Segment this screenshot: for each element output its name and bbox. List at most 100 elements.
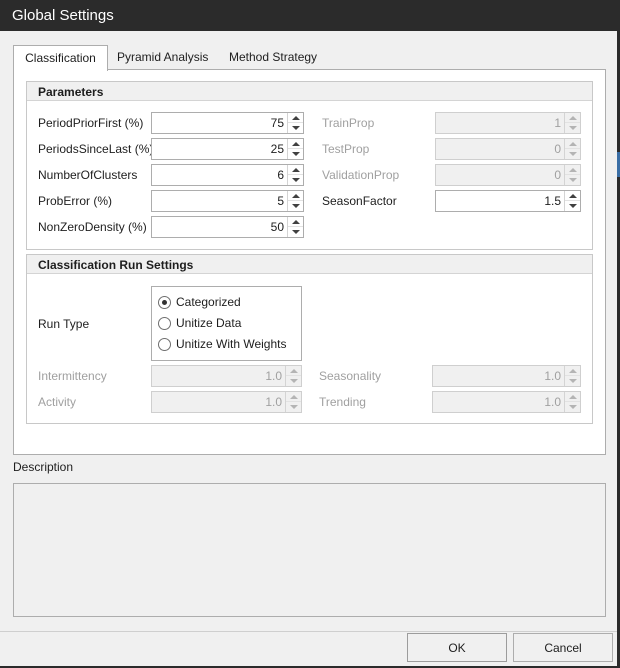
window-title: Global Settings [12,7,114,24]
tab-pyramid-analysis[interactable]: Pyramid Analysis [117,45,208,69]
train-prop-label: TrainProp [322,116,375,130]
spin-up-icon[interactable] [288,113,303,123]
spin-down-icon[interactable] [288,175,303,185]
spin-up-icon[interactable] [565,191,580,201]
tab-label: Classification [25,51,96,65]
spin-up-icon[interactable] [288,139,303,149]
spinner-value: 1 [554,116,561,130]
tab-label: Pyramid Analysis [117,50,209,64]
spinner-value: 1.0 [544,369,561,383]
spin-up-icon [565,366,580,376]
spin-down-icon[interactable] [288,201,303,211]
radio-unchecked-icon [158,337,171,351]
spin-up-icon[interactable] [288,165,303,175]
spinner-arrows [564,366,580,386]
spinner-arrows [564,139,580,159]
radio-unitize-with-weights[interactable]: Unitize With Weights [158,336,286,352]
tab-classification[interactable]: Classification [13,45,108,71]
spin-up-icon [565,165,580,175]
spinner-arrows [287,191,303,211]
number-of-clusters-label: NumberOfClusters [38,168,138,182]
trending-label: Trending [319,395,366,409]
spinner-value: 0 [554,142,561,156]
prob-error-spinner[interactable]: 5 [151,190,304,212]
validation-prop-spinner: 0 [435,164,581,186]
spinner-arrows [287,217,303,237]
spinner-arrows [564,113,580,133]
radio-label: Unitize Data [176,316,242,330]
seasonality-label: Seasonality [319,369,382,383]
spin-up-icon [565,139,580,149]
periods-since-last-spinner[interactable]: 25 [151,138,304,160]
tab-method-strategy[interactable]: Method Strategy [229,45,317,69]
non-zero-density-label: NonZeroDensity (%) [38,220,147,234]
title-bar: Global Settings [0,0,620,31]
validation-prop-label: ValidationProp [322,168,400,182]
intermittency-spinner: 1.0 [151,365,302,387]
activity-spinner: 1.0 [151,391,302,413]
spinner-value: 25 [270,142,284,156]
spinner-arrows [287,165,303,185]
spinner-arrows [564,165,580,185]
global-settings-dialog: Global Settings Classification Pyramid A… [0,0,620,668]
spinner-value: 75 [270,116,284,130]
non-zero-density-spinner[interactable]: 50 [151,216,304,238]
period-prior-first-spinner[interactable]: 75 [151,112,304,134]
prob-error-label: ProbError (%) [38,194,113,208]
spinner-arrows [564,191,580,211]
radio-label: Categorized [176,295,241,309]
spinner-arrows [285,366,301,386]
season-factor-label: SeasonFactor [322,194,397,208]
spinner-value: 6 [277,168,284,182]
intermittency-label: Intermittency [38,369,107,383]
spin-up-icon [565,113,580,123]
spin-up-icon[interactable] [288,191,303,201]
run-type-label: Run Type [38,317,90,331]
radio-categorized[interactable]: Categorized [158,294,241,310]
spin-down-icon [565,149,580,159]
cancel-button[interactable]: Cancel [513,633,613,662]
spin-down-icon [565,123,580,133]
spin-down-icon [565,376,580,386]
activity-label: Activity [38,395,77,409]
spinner-value: 1.5 [544,194,561,208]
parameters-header: Parameters [27,82,592,101]
season-factor-spinner[interactable]: 1.5 [435,190,581,212]
spinner-arrows [287,113,303,133]
description-box [13,483,606,617]
spin-down-icon[interactable] [288,227,303,237]
spinner-arrows [287,139,303,159]
trending-spinner: 1.0 [432,391,581,413]
radio-unchecked-icon [158,316,171,330]
spin-down-icon [286,402,301,412]
run-settings-header: Classification Run Settings [27,255,592,274]
ok-button[interactable]: OK [407,633,507,662]
spinner-value: 1.0 [265,395,282,409]
spin-up-icon[interactable] [288,217,303,227]
description-label: Description [13,460,74,474]
test-prop-spinner: 0 [435,138,581,160]
number-of-clusters-spinner[interactable]: 6 [151,164,304,186]
radio-label: Unitize With Weights [176,337,287,351]
spin-down-icon[interactable] [288,123,303,133]
test-prop-label: TestProp [322,142,370,156]
spinner-arrows [564,392,580,412]
spin-up-icon [565,392,580,402]
seasonality-spinner: 1.0 [432,365,581,387]
period-prior-first-label: PeriodPriorFirst (%) [38,116,144,130]
train-prop-spinner: 1 [435,112,581,134]
run-type-radio-group: Categorized Unitize Data Unitize With We… [151,286,302,361]
radio-unitize-data[interactable]: Unitize Data [158,315,241,331]
spinner-value: 5 [277,194,284,208]
spinner-value: 1.0 [544,395,561,409]
spin-down-icon[interactable] [565,201,580,211]
spin-up-icon [286,392,301,402]
spin-down-icon[interactable] [288,149,303,159]
spin-down-icon [565,175,580,185]
spin-down-icon [565,402,580,412]
radio-checked-icon [158,295,171,309]
spinner-arrows [285,392,301,412]
spinner-value: 0 [554,168,561,182]
spinner-value: 50 [270,220,284,234]
spin-down-icon [286,376,301,386]
